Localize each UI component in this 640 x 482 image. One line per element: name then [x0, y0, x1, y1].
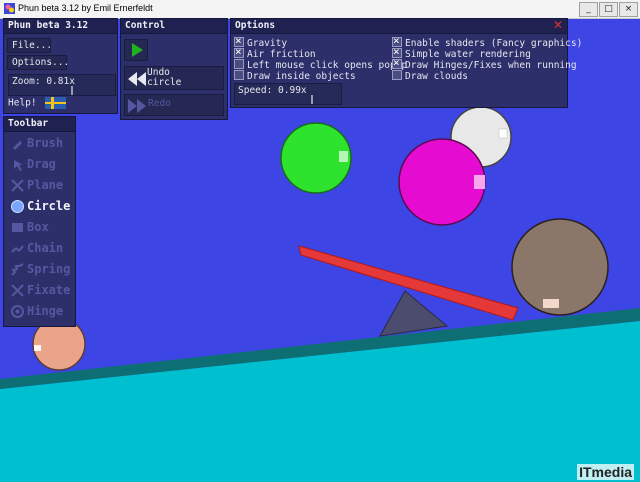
tool-hinge[interactable]: Hinge — [7, 302, 75, 321]
options-panel: Options ✕ GravityAir frictionLeft mouse … — [230, 18, 582, 108]
options-panel-title: Options ✕ — [231, 18, 567, 34]
tool-label: Hinge — [27, 304, 64, 318]
file-menu-button[interactable]: File... — [7, 38, 52, 53]
speed-label: Speed: 0.99x — [238, 85, 307, 96]
tool-plane[interactable]: Plane — [7, 176, 75, 195]
close-button[interactable]: × — [619, 2, 638, 17]
watermark-logo: ITmedia — [577, 464, 634, 480]
options-menu-button[interactable]: Options... — [7, 55, 69, 70]
redo-button[interactable]: Redo — [124, 94, 224, 116]
toolbar-panel: Toolbar Brush Drag Plane Circle Box Chain Spri… — [3, 116, 76, 327]
minimize-button[interactable]: _ — [579, 2, 598, 17]
tool-label: Circle — [27, 199, 71, 213]
option-label: Draw inside objects — [247, 71, 356, 82]
window-titlebar: Phun beta 3.12 by Emil Ernerfeldt _ □ × — [0, 0, 640, 19]
option-draw-clouds[interactable]: Draw clouds — [392, 70, 468, 82]
magenta-ball[interactable] — [398, 138, 486, 226]
main-panel-title: Phun beta 3.12 — [4, 19, 117, 34]
tool-label: Drag — [27, 157, 56, 171]
toolbar-title: Toolbar — [4, 117, 75, 132]
drag-icon — [14, 160, 23, 171]
box-icon — [12, 223, 23, 232]
help-row: Help! — [8, 97, 67, 109]
option-checkbox[interactable] — [392, 56, 402, 69]
help-button[interactable]: Help! — [8, 98, 37, 109]
maximize-button[interactable]: □ — [599, 2, 618, 17]
tool-spring[interactable]: Spring — [7, 260, 75, 279]
redo-icon — [128, 99, 146, 113]
fixate-icon — [11, 284, 24, 297]
option-checkbox[interactable] — [234, 70, 244, 80]
option-draw-inside-objects[interactable]: Draw inside objects — [234, 70, 356, 82]
brown-ball[interactable] — [511, 218, 609, 316]
control-panel-title: Control — [121, 19, 227, 34]
speed-control[interactable]: Speed: 0.99x — [234, 83, 342, 105]
tool-fixate[interactable]: Fixate — [7, 281, 75, 300]
green-ball[interactable] — [280, 122, 352, 194]
tool-box[interactable]: Box — [7, 218, 75, 237]
tool-label: Box — [27, 220, 49, 234]
play-button[interactable] — [124, 39, 148, 61]
zoom-slider-handle[interactable] — [71, 86, 73, 95]
hinge-icon — [11, 305, 24, 318]
undo-icon — [128, 72, 146, 86]
tool-chain[interactable]: Chain — [7, 239, 75, 258]
tool-label: Plane — [27, 178, 64, 192]
option-checkbox[interactable] — [234, 59, 244, 69]
zoom-control[interactable]: Zoom: 0.81x — [8, 74, 116, 96]
option-checkbox[interactable] — [234, 45, 244, 58]
tool-label: Spring — [27, 262, 71, 276]
chain-icon — [11, 245, 24, 253]
app-icon — [4, 3, 15, 14]
tool-label: Fixate — [27, 283, 71, 297]
options-close-icon[interactable]: ✕ — [553, 18, 563, 32]
spring-icon — [11, 263, 24, 276]
tool-label: Brush — [27, 136, 64, 150]
control-panel: Control Undo circle Redo — [120, 18, 228, 120]
swedish-flag-icon[interactable] — [45, 97, 67, 109]
window-title: Phun beta 3.12 by Emil Ernerfeldt — [18, 3, 153, 13]
tool-drag[interactable]: Drag — [7, 155, 75, 174]
option-label: Draw clouds — [405, 71, 468, 82]
undo-button[interactable]: Undo circle — [124, 66, 224, 90]
redo-label: Redo — [148, 98, 171, 109]
brush-icon — [13, 141, 22, 150]
options-title-text: Options — [235, 20, 276, 31]
tool-brush[interactable]: Brush — [7, 134, 75, 153]
tool-circle[interactable]: Circle — [7, 197, 75, 216]
undo-label-line2: circle — [147, 77, 182, 88]
speed-slider-handle[interactable] — [311, 95, 313, 104]
option-checkbox[interactable] — [392, 70, 402, 80]
plane-icon — [11, 179, 24, 192]
play-icon — [132, 43, 143, 57]
tool-label: Chain — [27, 241, 64, 255]
zoom-label: Zoom: 0.81x — [12, 76, 75, 87]
main-panel: Phun beta 3.12 File... Options... Zoom: … — [3, 18, 118, 114]
circle-icon — [11, 200, 24, 213]
